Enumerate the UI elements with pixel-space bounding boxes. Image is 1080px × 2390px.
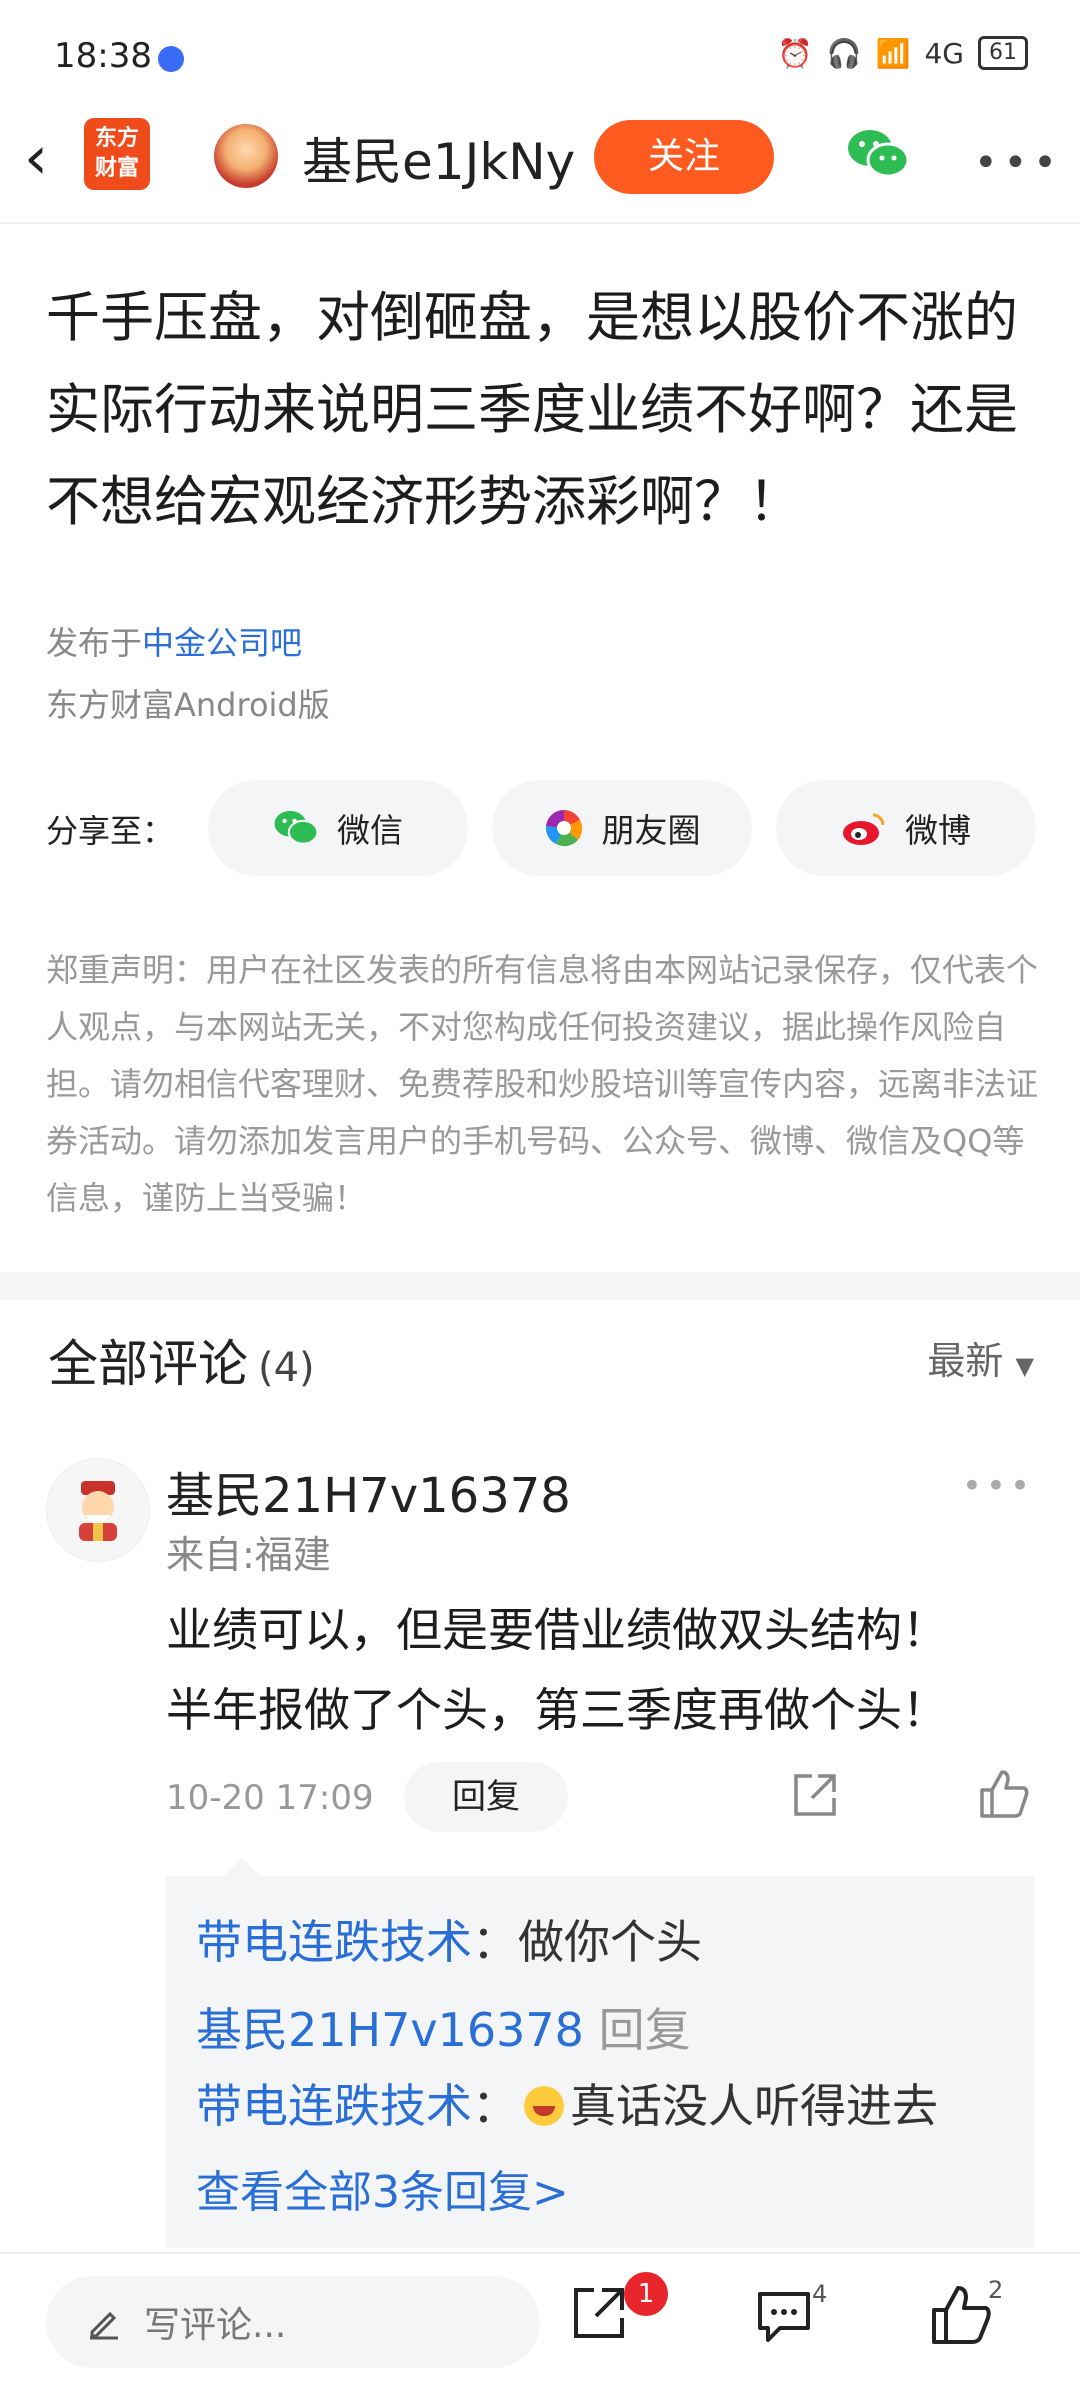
- wechat-share-icon[interactable]: [846, 126, 910, 182]
- post-published-in: 发布于中金公司吧: [46, 618, 302, 664]
- comment-text-line: 业绩可以，但是要借业绩做双头结构！: [166, 1603, 948, 1657]
- sort-dropdown[interactable]: 最新 ▼: [927, 1330, 1034, 1385]
- app-logo-line1: 东方: [94, 126, 139, 151]
- published-prefix: 发布于: [46, 624, 143, 662]
- app-logo[interactable]: 东方 财富: [84, 118, 150, 190]
- fortune-god-avatar-icon: [79, 1481, 117, 1541]
- reply-text: 真话没人听得进去: [570, 2079, 938, 2133]
- share-badge: 1: [624, 2272, 668, 2316]
- disclaimer-text: 郑重声明：用户在社区发表的所有信息将由本网站记录保存，仅代表个人观点，与本网站无…: [46, 951, 1039, 1217]
- back-chevron-icon[interactable]: ‹: [24, 118, 48, 198]
- forum-link[interactable]: 中金公司吧: [142, 624, 302, 662]
- share-weibo-label: 微博: [905, 811, 971, 850]
- share-wechat-label: 微信: [337, 811, 403, 850]
- comment-count: 4: [812, 2280, 828, 2308]
- weibo-icon: [843, 813, 885, 845]
- reply-separator: ：: [472, 1915, 518, 1969]
- share-wechat-button[interactable]: 微信: [208, 780, 468, 876]
- alarm-icon: ⏰: [777, 36, 813, 70]
- comment-text-line: 半年报做了个头，第三季度再做个头！: [166, 1683, 948, 1737]
- headphones-icon: 🎧: [826, 36, 862, 70]
- pencil-icon: [90, 2311, 118, 2340]
- moments-icon: [545, 809, 582, 847]
- wifi-icon: 📶: [875, 36, 911, 70]
- thumbs-up-icon[interactable]: [978, 1768, 1030, 1820]
- comment-input-placeholder: 写评论...: [144, 2305, 287, 2346]
- reply-separator: ：: [472, 2079, 518, 2133]
- post-title: 千手压盘，对倒砸盘，是想以股价不涨的实际行动来说明三季度业绩不好啊？还是不想给宏…: [46, 286, 1018, 533]
- triangle-down-icon: ▼: [1015, 1352, 1034, 1380]
- share-weibo-button[interactable]: 微博: [776, 780, 1036, 876]
- share-post-icon[interactable]: [570, 2284, 628, 2342]
- status-time: 18:38: [54, 36, 152, 76]
- reply-username[interactable]: 带电连跌技术: [196, 1915, 472, 1969]
- share-icon[interactable]: [790, 1770, 840, 1820]
- nav-divider: [0, 222, 1080, 224]
- network-label: 4G: [924, 36, 964, 70]
- like-thumbs-up-icon[interactable]: [930, 2284, 992, 2346]
- view-all-replies-link[interactable]: 查看全部3条回复>: [196, 2156, 569, 2220]
- post-client: 东方财富Android版: [46, 686, 330, 724]
- comments-count: (4): [258, 1345, 315, 1391]
- app-logo-line2: 财富: [94, 156, 139, 181]
- wechat-icon: [274, 810, 319, 845]
- reply-username[interactable]: 基民21H7v16378: [196, 2003, 584, 2057]
- share-moments-button[interactable]: 朋友圈: [492, 780, 752, 876]
- reply-item: 带电连跌技术： 真话没人听得进去: [196, 2070, 938, 2136]
- author-username[interactable]: 基民e1JkNy: [302, 122, 575, 194]
- more-options-icon[interactable]: •••: [974, 140, 1063, 186]
- comments-title: 全部评论: [48, 1335, 248, 1393]
- grin-emoji-icon: [524, 2086, 564, 2126]
- share-moments-label: 朋友圈: [601, 811, 701, 850]
- comment-more-icon[interactable]: •••: [962, 1466, 1034, 1506]
- reply-item: 基民21H7v16378 回复: [196, 1994, 691, 2060]
- reply-action: 回复: [598, 2003, 691, 2057]
- reply-item: 带电连跌技术：做你个头: [196, 1906, 702, 1972]
- status-app-dot-icon: [158, 46, 184, 72]
- like-count: 2: [988, 2276, 1004, 2304]
- comment-timestamp: 10-20 17:09: [166, 1778, 374, 1818]
- comment-text: 业绩可以，但是要借业绩做双头结构！ 半年报做了个头，第三季度再做个头！: [166, 1590, 1046, 1750]
- commenter-location: 来自:福建: [166, 1533, 331, 1577]
- author-avatar[interactable]: [214, 124, 278, 188]
- reply-username[interactable]: 带电连跌技术: [196, 2079, 472, 2133]
- battery-indicator: 61: [978, 36, 1028, 70]
- commenter-avatar[interactable]: [46, 1458, 150, 1562]
- sort-label: 最新: [927, 1339, 1004, 1383]
- section-divider: [0, 1272, 1080, 1300]
- share-label: 分享至：: [46, 812, 175, 850]
- reply-box-pointer: [224, 1858, 260, 1876]
- follow-button[interactable]: 关注: [594, 120, 774, 194]
- write-comment-input[interactable]: 写评论...: [46, 2276, 540, 2368]
- reply-button[interactable]: 回复: [404, 1762, 568, 1832]
- comment-bubble-icon[interactable]: [754, 2286, 814, 2346]
- comments-header: 全部评论 (4): [48, 1324, 315, 1396]
- commenter-username[interactable]: 基民21H7v16378: [166, 1456, 571, 1526]
- reply-text: 做你个头: [518, 1915, 702, 1969]
- status-icons: ⏰ 🎧 📶 4G 61: [778, 36, 1028, 70]
